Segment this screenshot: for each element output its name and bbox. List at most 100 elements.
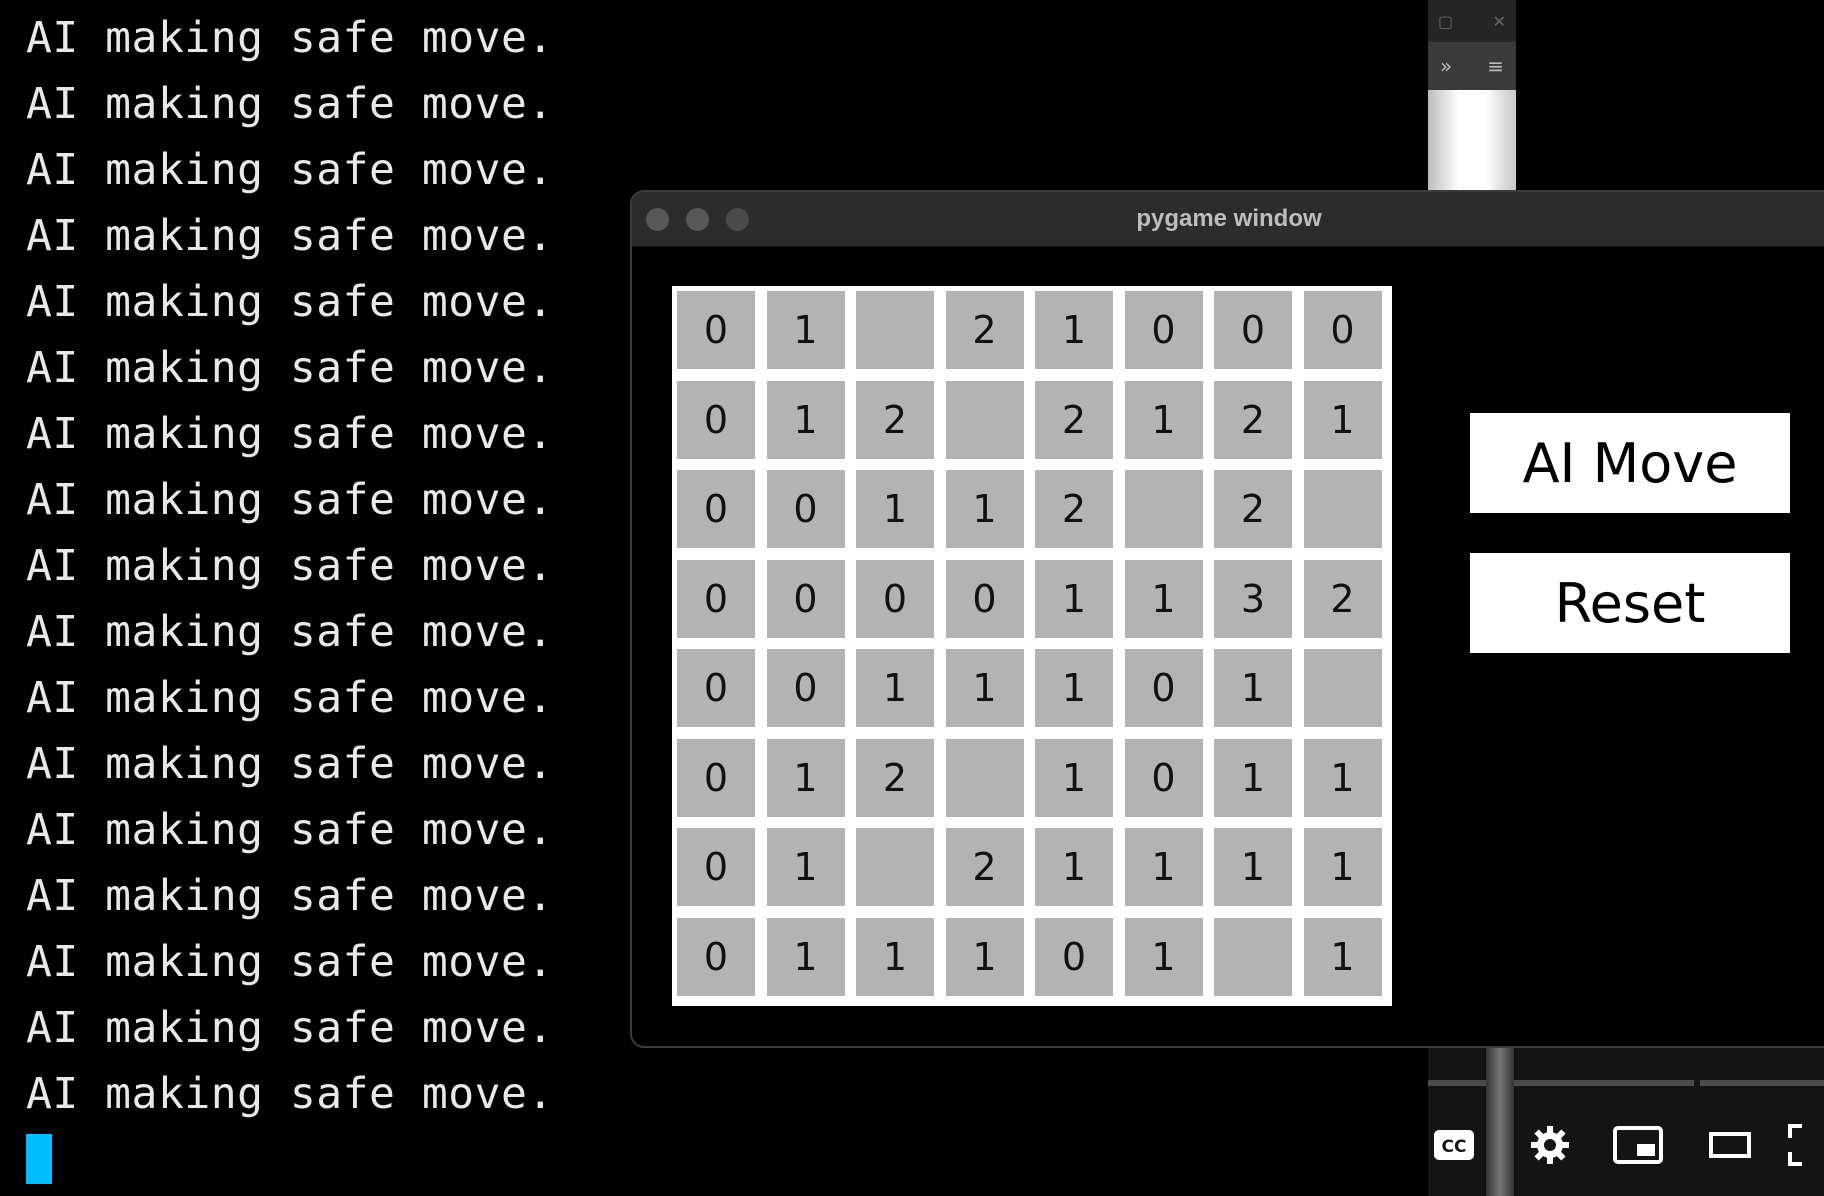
board-cell[interactable]: 1 bbox=[766, 828, 845, 906]
reset-button[interactable]: Reset bbox=[1470, 553, 1790, 653]
terminal-line: AI making safe move. bbox=[26, 673, 554, 723]
board-cell[interactable] bbox=[1214, 917, 1292, 996]
window-titlebar[interactable]: pygame window bbox=[632, 192, 1824, 247]
board-cell[interactable]: 1 bbox=[1214, 649, 1292, 727]
board-cell[interactable]: 1 bbox=[856, 917, 934, 996]
board-cell[interactable]: 1 bbox=[766, 738, 845, 817]
board-cell[interactable]: 0 bbox=[1035, 917, 1113, 996]
board-cell[interactable]: 0 bbox=[945, 559, 1024, 638]
board-cell[interactable]: 0 bbox=[677, 649, 755, 727]
board-cell[interactable]: 0 bbox=[856, 559, 934, 638]
terminal-line: AI making safe move. bbox=[26, 343, 554, 393]
board-cell[interactable]: 1 bbox=[766, 917, 845, 996]
board-cell[interactable]: 0 bbox=[677, 380, 755, 459]
board-cell[interactable]: 0 bbox=[1303, 291, 1382, 369]
board-cell[interactable]: 0 bbox=[766, 649, 845, 727]
board-cell[interactable]: 1 bbox=[766, 380, 845, 459]
board-cell[interactable]: 1 bbox=[1035, 738, 1113, 817]
terminal-line: AI making safe move. bbox=[26, 79, 554, 129]
terminal-line: AI making safe move. bbox=[26, 607, 554, 657]
terminal-line: AI making safe move. bbox=[26, 409, 554, 459]
ai-move-button[interactable]: AI Move bbox=[1470, 413, 1790, 513]
board-cell[interactable]: 1 bbox=[1214, 828, 1292, 906]
board-cell[interactable]: 0 bbox=[677, 738, 755, 817]
board-cell[interactable]: 1 bbox=[856, 649, 934, 727]
board-cell[interactable]: 1 bbox=[945, 917, 1024, 996]
double-chevron-icon: » bbox=[1440, 54, 1453, 78]
fullscreen-icon[interactable] bbox=[1788, 1110, 1824, 1180]
board-cell[interactable] bbox=[945, 380, 1024, 459]
bg-window-titlebar: ▢ ✕ bbox=[1428, 0, 1516, 42]
board-cell[interactable]: 0 bbox=[766, 559, 845, 638]
board-cell[interactable]: 2 bbox=[1035, 470, 1113, 548]
board-cell[interactable]: 1 bbox=[1124, 828, 1203, 906]
terminal-line: AI making safe move. bbox=[26, 1069, 554, 1119]
terminal-line: AI making safe move. bbox=[26, 541, 554, 591]
theater-mode-icon[interactable] bbox=[1700, 1110, 1760, 1180]
board-cell[interactable]: 1 bbox=[766, 291, 845, 369]
menu-icon: ≡ bbox=[1487, 54, 1504, 78]
board-cell[interactable]: 3 bbox=[1214, 559, 1292, 638]
board-cell[interactable]: 1 bbox=[1035, 559, 1113, 638]
closed-captions-icon[interactable]: CC bbox=[1428, 1110, 1480, 1180]
miniplayer-icon[interactable] bbox=[1608, 1110, 1668, 1180]
board-cell[interactable]: 2 bbox=[856, 738, 934, 817]
terminal-line: AI making safe move. bbox=[26, 13, 554, 63]
board-cell[interactable]: 1 bbox=[945, 470, 1024, 548]
terminal-line: AI making safe move. bbox=[26, 277, 554, 327]
minesweeper-board[interactable]: 0121000012212100112200001132001110101210… bbox=[672, 286, 1392, 1006]
background-window: ▢ ✕ » ≡ bbox=[1428, 0, 1516, 190]
board-cell[interactable]: 0 bbox=[677, 470, 755, 548]
board-cell[interactable]: 2 bbox=[1035, 380, 1113, 459]
terminal-line: AI making safe move. bbox=[26, 739, 554, 789]
board-cell[interactable]: 1 bbox=[1303, 828, 1382, 906]
board-cell[interactable]: 0 bbox=[677, 559, 755, 638]
pygame-window[interactable]: pygame window 01210000122121001122000011… bbox=[630, 190, 1824, 1048]
board-cell[interactable]: 1 bbox=[1035, 828, 1113, 906]
board-cell[interactable]: 1 bbox=[1035, 649, 1113, 727]
terminal-line: AI making safe move. bbox=[26, 145, 554, 195]
board-cell[interactable]: 0 bbox=[1214, 291, 1292, 369]
board-cell[interactable]: 0 bbox=[766, 470, 845, 548]
bg-window-toolbar: » ≡ bbox=[1428, 42, 1516, 90]
board-cell[interactable] bbox=[945, 738, 1024, 817]
board-cell[interactable] bbox=[1124, 470, 1203, 548]
terminal-line: AI making safe move. bbox=[26, 1003, 554, 1053]
terminal-window[interactable]: AI making safe move. AI making safe move.… bbox=[0, 0, 640, 1196]
restore-icon: ▢ bbox=[1438, 11, 1454, 31]
terminal-line: AI making safe move. bbox=[26, 805, 554, 855]
board-cell[interactable]: 1 bbox=[1124, 559, 1203, 638]
board-cell[interactable]: 0 bbox=[1124, 738, 1203, 817]
terminal-output: AI making safe move. AI making safe move.… bbox=[26, 8, 554, 1130]
window-title: pygame window bbox=[1136, 205, 1322, 232]
board-cell[interactable]: 0 bbox=[677, 828, 755, 906]
board-cell[interactable]: 2 bbox=[1214, 470, 1292, 548]
board-cell[interactable]: 0 bbox=[1124, 649, 1203, 727]
board-cell[interactable]: 0 bbox=[677, 291, 755, 369]
board-cell[interactable]: 0 bbox=[1124, 291, 1203, 369]
board-cell[interactable] bbox=[856, 291, 934, 369]
board-cell[interactable]: 0 bbox=[677, 917, 755, 996]
board-cell[interactable]: 2 bbox=[1214, 380, 1292, 459]
board-cell[interactable]: 2 bbox=[1303, 559, 1382, 638]
terminal-line: AI making safe move. bbox=[26, 475, 554, 525]
board-cell[interactable]: 1 bbox=[1035, 291, 1113, 369]
captions-label: CC bbox=[1442, 1137, 1467, 1157]
board-cell[interactable]: 2 bbox=[856, 380, 934, 459]
board-cell[interactable]: 2 bbox=[945, 828, 1024, 906]
board-cell[interactable]: 2 bbox=[945, 291, 1024, 369]
board-cell[interactable] bbox=[856, 828, 934, 906]
board-cell[interactable]: 1 bbox=[856, 470, 934, 548]
board-cell[interactable]: 1 bbox=[1303, 917, 1382, 996]
board-cell[interactable]: 1 bbox=[945, 649, 1024, 727]
board-cell[interactable] bbox=[1303, 649, 1382, 727]
board-cell[interactable] bbox=[1303, 470, 1382, 548]
terminal-line: AI making safe move. bbox=[26, 871, 554, 921]
settings-gear-icon[interactable] bbox=[1520, 1110, 1580, 1180]
board-cell[interactable]: 1 bbox=[1124, 380, 1203, 459]
board-cell[interactable]: 1 bbox=[1303, 380, 1382, 459]
close-icon: ✕ bbox=[1492, 11, 1506, 31]
board-cell[interactable]: 1 bbox=[1214, 738, 1292, 817]
board-cell[interactable]: 1 bbox=[1303, 738, 1382, 817]
board-cell[interactable]: 1 bbox=[1124, 917, 1203, 996]
